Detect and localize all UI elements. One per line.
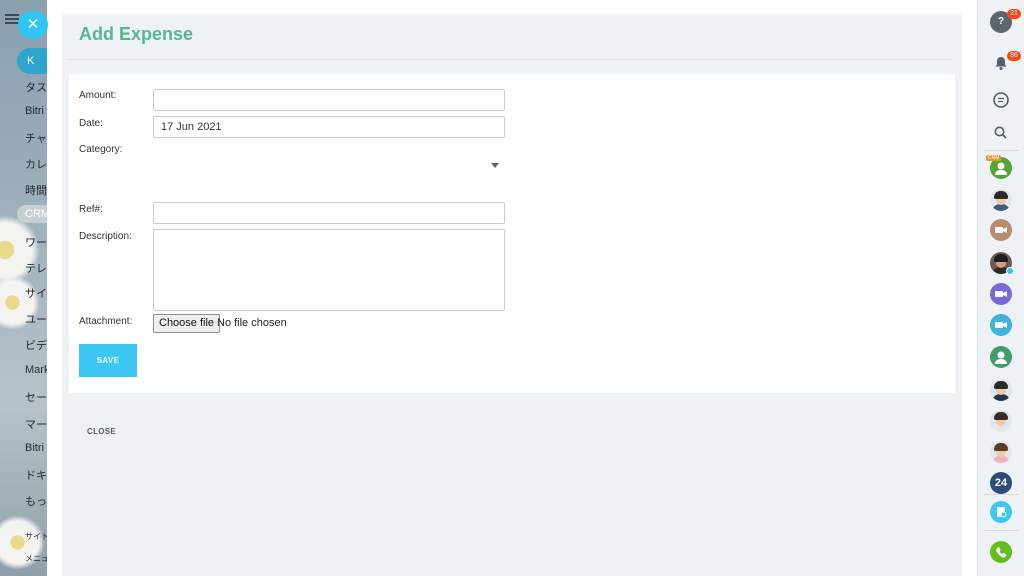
close-icon[interactable]: ✕ <box>18 11 48 39</box>
expense-form: Amount: Date: Category: Ref#: Descriptio… <box>69 74 955 393</box>
user-avatar[interactable] <box>990 379 1012 401</box>
sidebar-item[interactable]: Bitri <box>25 105 44 117</box>
video-call-icon[interactable] <box>990 283 1012 305</box>
category-label: Category: <box>79 144 123 155</box>
right-rail: ? 21 86 CRM 24 <box>977 0 1024 576</box>
slider-panel: Add Expense Amount: Date: Category: Ref#… <box>47 0 977 576</box>
open-channels-label: 24 <box>994 477 1008 489</box>
user-avatar[interactable] <box>990 410 1012 432</box>
sidebar-item[interactable]: 時間 <box>25 182 47 198</box>
dropdown-arrow-icon[interactable] <box>491 163 499 168</box>
amount-label: Amount: <box>79 90 117 101</box>
video-call-icon[interactable] <box>990 314 1012 336</box>
page-title: Add Expense <box>79 24 194 44</box>
description-label: Description: <box>79 231 132 242</box>
close-button[interactable]: CLOSE <box>87 427 116 436</box>
attachment-label: Attachment: <box>79 316 133 327</box>
sidebar-item[interactable]: Mark <box>25 364 49 376</box>
search-icon[interactable] <box>990 122 1012 144</box>
status-dot <box>1006 267 1014 275</box>
panel-content: Add Expense Amount: Date: Category: Ref#… <box>62 14 962 576</box>
rail-divider <box>984 150 1019 151</box>
rail-divider <box>984 494 1019 495</box>
sidebar-item[interactable]: マー <box>25 416 47 432</box>
title-divider <box>67 59 952 60</box>
notifications-badge: 86 <box>1007 51 1021 61</box>
sidebar-item[interactable]: Bitri <box>25 442 44 454</box>
file-status: No file chosen <box>217 317 287 329</box>
help-badge: 21 <box>1007 9 1021 19</box>
sidebar-item[interactable]: ユー <box>25 311 47 327</box>
ref-label: Ref#: <box>79 204 103 215</box>
sidebar-item[interactable]: チャ <box>25 130 47 146</box>
choose-file-button[interactable]: Choose file <box>153 314 221 333</box>
app-icon[interactable] <box>990 501 1012 523</box>
sidebar-item[interactable]: ビデ <box>25 337 47 353</box>
contact-icon[interactable] <box>990 346 1012 368</box>
open-channels-icon[interactable]: 24 <box>990 472 1012 494</box>
description-textarea[interactable] <box>153 229 505 311</box>
category-select[interactable] <box>153 158 483 178</box>
sidebar-item[interactable]: テレ <box>25 260 47 276</box>
chat-icon[interactable] <box>990 89 1012 111</box>
sidebar-item[interactable]: タス <box>25 79 47 95</box>
ref-input[interactable] <box>153 202 505 224</box>
phone-icon[interactable] <box>990 541 1012 563</box>
sidebar-item[interactable]: ドキ <box>25 467 47 483</box>
sidebar-item[interactable]: カレ <box>25 156 47 172</box>
crm-tag: CRM <box>986 155 1002 161</box>
menu-icon[interactable] <box>5 14 19 24</box>
date-label: Date: <box>79 118 103 129</box>
user-avatar[interactable] <box>990 441 1012 463</box>
sidebar-footer-item[interactable]: サイト <box>25 531 49 542</box>
user-avatar[interactable] <box>990 189 1012 211</box>
amount-input[interactable] <box>153 89 505 111</box>
sidebar-item[interactable]: もっ <box>25 493 47 509</box>
sidebar-item[interactable]: ワー <box>25 234 47 250</box>
sidebar-footer-item[interactable]: メニュ <box>25 553 49 564</box>
sidebar-item[interactable]: サイ <box>25 285 47 301</box>
date-input[interactable] <box>153 116 505 138</box>
sidebar-item[interactable]: セー <box>25 389 47 405</box>
rail-divider <box>984 530 1019 531</box>
save-button[interactable]: SAVE <box>79 344 137 377</box>
video-icon[interactable] <box>990 219 1012 241</box>
